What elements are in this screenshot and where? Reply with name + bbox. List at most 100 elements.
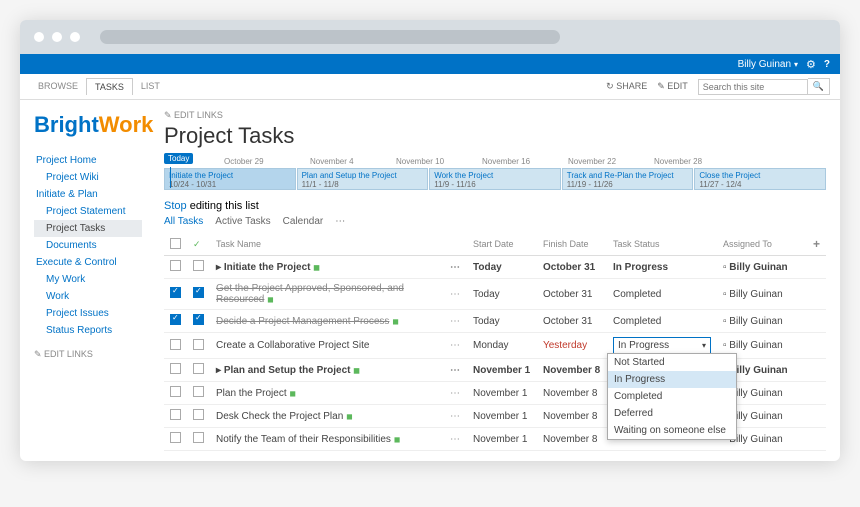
col-start[interactable]: Start Date — [467, 233, 537, 256]
sidebar-item[interactable]: Project Tasks — [34, 220, 142, 237]
timeline-bar[interactable]: Track and Re-Plan the Project11/19 - 11/… — [562, 168, 694, 190]
checkbox-all[interactable] — [170, 238, 181, 249]
cell-finish[interactable]: November 8 — [537, 405, 607, 428]
row-menu-icon[interactable]: ⋯ — [450, 262, 461, 273]
stop-editing[interactable]: Stop editing this list — [164, 200, 826, 212]
table-row[interactable]: Create a Collaborative Project Site ⋯ Mon… — [164, 333, 826, 359]
cell-name[interactable]: Desk Check the Project Plan ◼ — [210, 405, 444, 428]
row-menu-icon[interactable]: ⋯ — [450, 289, 461, 300]
sidebar-item[interactable]: Project Home — [34, 152, 142, 169]
done-checkbox[interactable] — [193, 386, 204, 397]
cell-start[interactable]: Today — [467, 310, 537, 333]
col-assigned[interactable]: Assigned To — [717, 233, 807, 256]
checkbox[interactable] — [170, 260, 181, 271]
cell-name[interactable]: Get the Project Approved, Sponsored, and… — [210, 279, 444, 310]
table-row[interactable]: ▸ Initiate the Project ◼⋯TodayOctober 31… — [164, 256, 826, 279]
cell-start[interactable]: November 1 — [467, 428, 537, 451]
cell-start[interactable]: November 1 — [467, 405, 537, 428]
cell-status[interactable]: Completed — [607, 279, 717, 310]
sidebar-item[interactable]: Documents — [34, 237, 142, 254]
view-active[interactable]: Active Tasks — [215, 216, 270, 227]
cell-finish[interactable]: November 8 — [537, 382, 607, 405]
cell-finish[interactable]: October 31 — [537, 279, 607, 310]
done-checkbox[interactable] — [193, 409, 204, 420]
window-dot[interactable] — [34, 32, 44, 42]
tab-list[interactable]: LIST — [133, 78, 168, 95]
done-checkbox[interactable] — [193, 260, 204, 271]
window-dot[interactable] — [70, 32, 80, 42]
edit-link[interactable]: ✎ EDIT — [657, 81, 688, 92]
cell-start[interactable]: November 1 — [467, 382, 537, 405]
view-all[interactable]: All Tasks — [164, 216, 203, 227]
cell-status[interactable]: In Progress — [607, 256, 717, 279]
checkbox[interactable] — [170, 314, 181, 325]
timeline-bar[interactable]: Initiate the Project10/24 - 10/31 — [164, 168, 296, 190]
search-input[interactable] — [698, 79, 808, 95]
cell-finish[interactable]: November 8 — [537, 359, 607, 382]
expand-icon[interactable]: ▸ — [216, 262, 221, 273]
sidebar-item[interactable]: Project Wiki — [34, 169, 142, 186]
url-bar[interactable] — [100, 30, 560, 44]
col-name[interactable]: Task Name — [210, 233, 444, 256]
cell-name[interactable]: Notify the Team of their Responsibilitie… — [210, 428, 444, 451]
tab-tasks[interactable]: TASKS — [86, 78, 133, 95]
cell-name[interactable]: Create a Collaborative Project Site — [210, 333, 444, 359]
cell-assigned[interactable]: ▫ Billy Guinan — [717, 256, 807, 279]
sidebar-item[interactable]: Project Statement — [34, 203, 142, 220]
col-finish[interactable]: Finish Date — [537, 233, 607, 256]
cell-name[interactable]: Decide a Project Management Process ◼ — [210, 310, 444, 333]
timeline-bar[interactable]: Plan and Setup the Project11/1 - 11/8 — [297, 168, 429, 190]
row-menu-icon[interactable]: ⋯ — [450, 411, 461, 422]
done-checkbox[interactable] — [193, 287, 204, 298]
checkbox[interactable] — [170, 386, 181, 397]
cell-assigned[interactable]: ▫ Billy Guinan — [717, 310, 807, 333]
dropdown-option[interactable]: Deferred — [608, 405, 736, 422]
checkbox[interactable] — [170, 432, 181, 443]
checkbox[interactable] — [170, 409, 181, 420]
timeline-bar[interactable]: Work the Project11/9 - 11/16 — [429, 168, 561, 190]
view-more[interactable]: ⋯ — [335, 216, 345, 227]
tab-browse[interactable]: BROWSE — [30, 78, 86, 95]
search-icon[interactable]: 🔍 — [808, 78, 830, 95]
table-row[interactable]: Decide a Project Management Process ◼ ⋯ To… — [164, 310, 826, 333]
sidebar-item[interactable]: Work — [34, 288, 142, 305]
row-menu-icon[interactable]: ⋯ — [450, 365, 461, 376]
user-menu[interactable]: Billy Guinan — [738, 59, 798, 70]
checkbox[interactable] — [170, 363, 181, 374]
timeline-bar[interactable]: Close the Project11/27 - 12/4 — [694, 168, 826, 190]
sidebar-item[interactable]: Initiate & Plan — [34, 186, 142, 203]
row-menu-icon[interactable]: ⋯ — [450, 316, 461, 327]
help-icon[interactable] — [824, 59, 830, 70]
view-calendar[interactable]: Calendar — [283, 216, 324, 227]
dropdown-option[interactable]: Waiting on someone else — [608, 422, 736, 439]
cell-assigned[interactable]: ▫ Billy Guinan — [717, 279, 807, 310]
cell-start[interactable]: November 1 — [467, 359, 537, 382]
cell-start[interactable]: Today — [467, 279, 537, 310]
col-status[interactable]: Task Status — [607, 233, 717, 256]
checkbox[interactable] — [170, 339, 181, 350]
cell-finish[interactable]: October 31 — [537, 256, 607, 279]
logo[interactable]: BrightWork — [34, 112, 142, 138]
cell-status[interactable]: Completed — [607, 310, 717, 333]
dropdown-option[interactable]: Completed — [608, 388, 736, 405]
done-checkbox[interactable] — [193, 339, 204, 350]
status-dropdown[interactable]: In Progress — [613, 337, 711, 354]
sidebar-item[interactable]: My Work — [34, 271, 142, 288]
cell-name[interactable]: ▸ Initiate the Project ◼ — [210, 256, 444, 279]
dropdown-option[interactable]: Not Started — [608, 354, 736, 371]
share-link[interactable]: ↻ SHARE — [606, 81, 647, 92]
checkbox[interactable] — [170, 287, 181, 298]
gear-icon[interactable] — [806, 58, 816, 71]
sidebar-item[interactable]: Execute & Control — [34, 254, 142, 271]
row-menu-icon[interactable]: ⋯ — [450, 434, 461, 445]
done-checkbox[interactable] — [193, 363, 204, 374]
cell-name[interactable]: ▸ Plan and Setup the Project ◼ — [210, 359, 444, 382]
cell-finish[interactable]: October 31 — [537, 310, 607, 333]
sidebar-item[interactable]: Status Reports — [34, 322, 142, 339]
row-menu-icon[interactable]: ⋯ — [450, 340, 461, 351]
window-dot[interactable] — [52, 32, 62, 42]
cell-finish[interactable]: Yesterday — [537, 333, 607, 359]
dropdown-option[interactable]: In Progress — [608, 371, 736, 388]
cell-start[interactable]: Monday — [467, 333, 537, 359]
edit-links[interactable]: ✎ EDIT LINKS — [34, 349, 142, 360]
